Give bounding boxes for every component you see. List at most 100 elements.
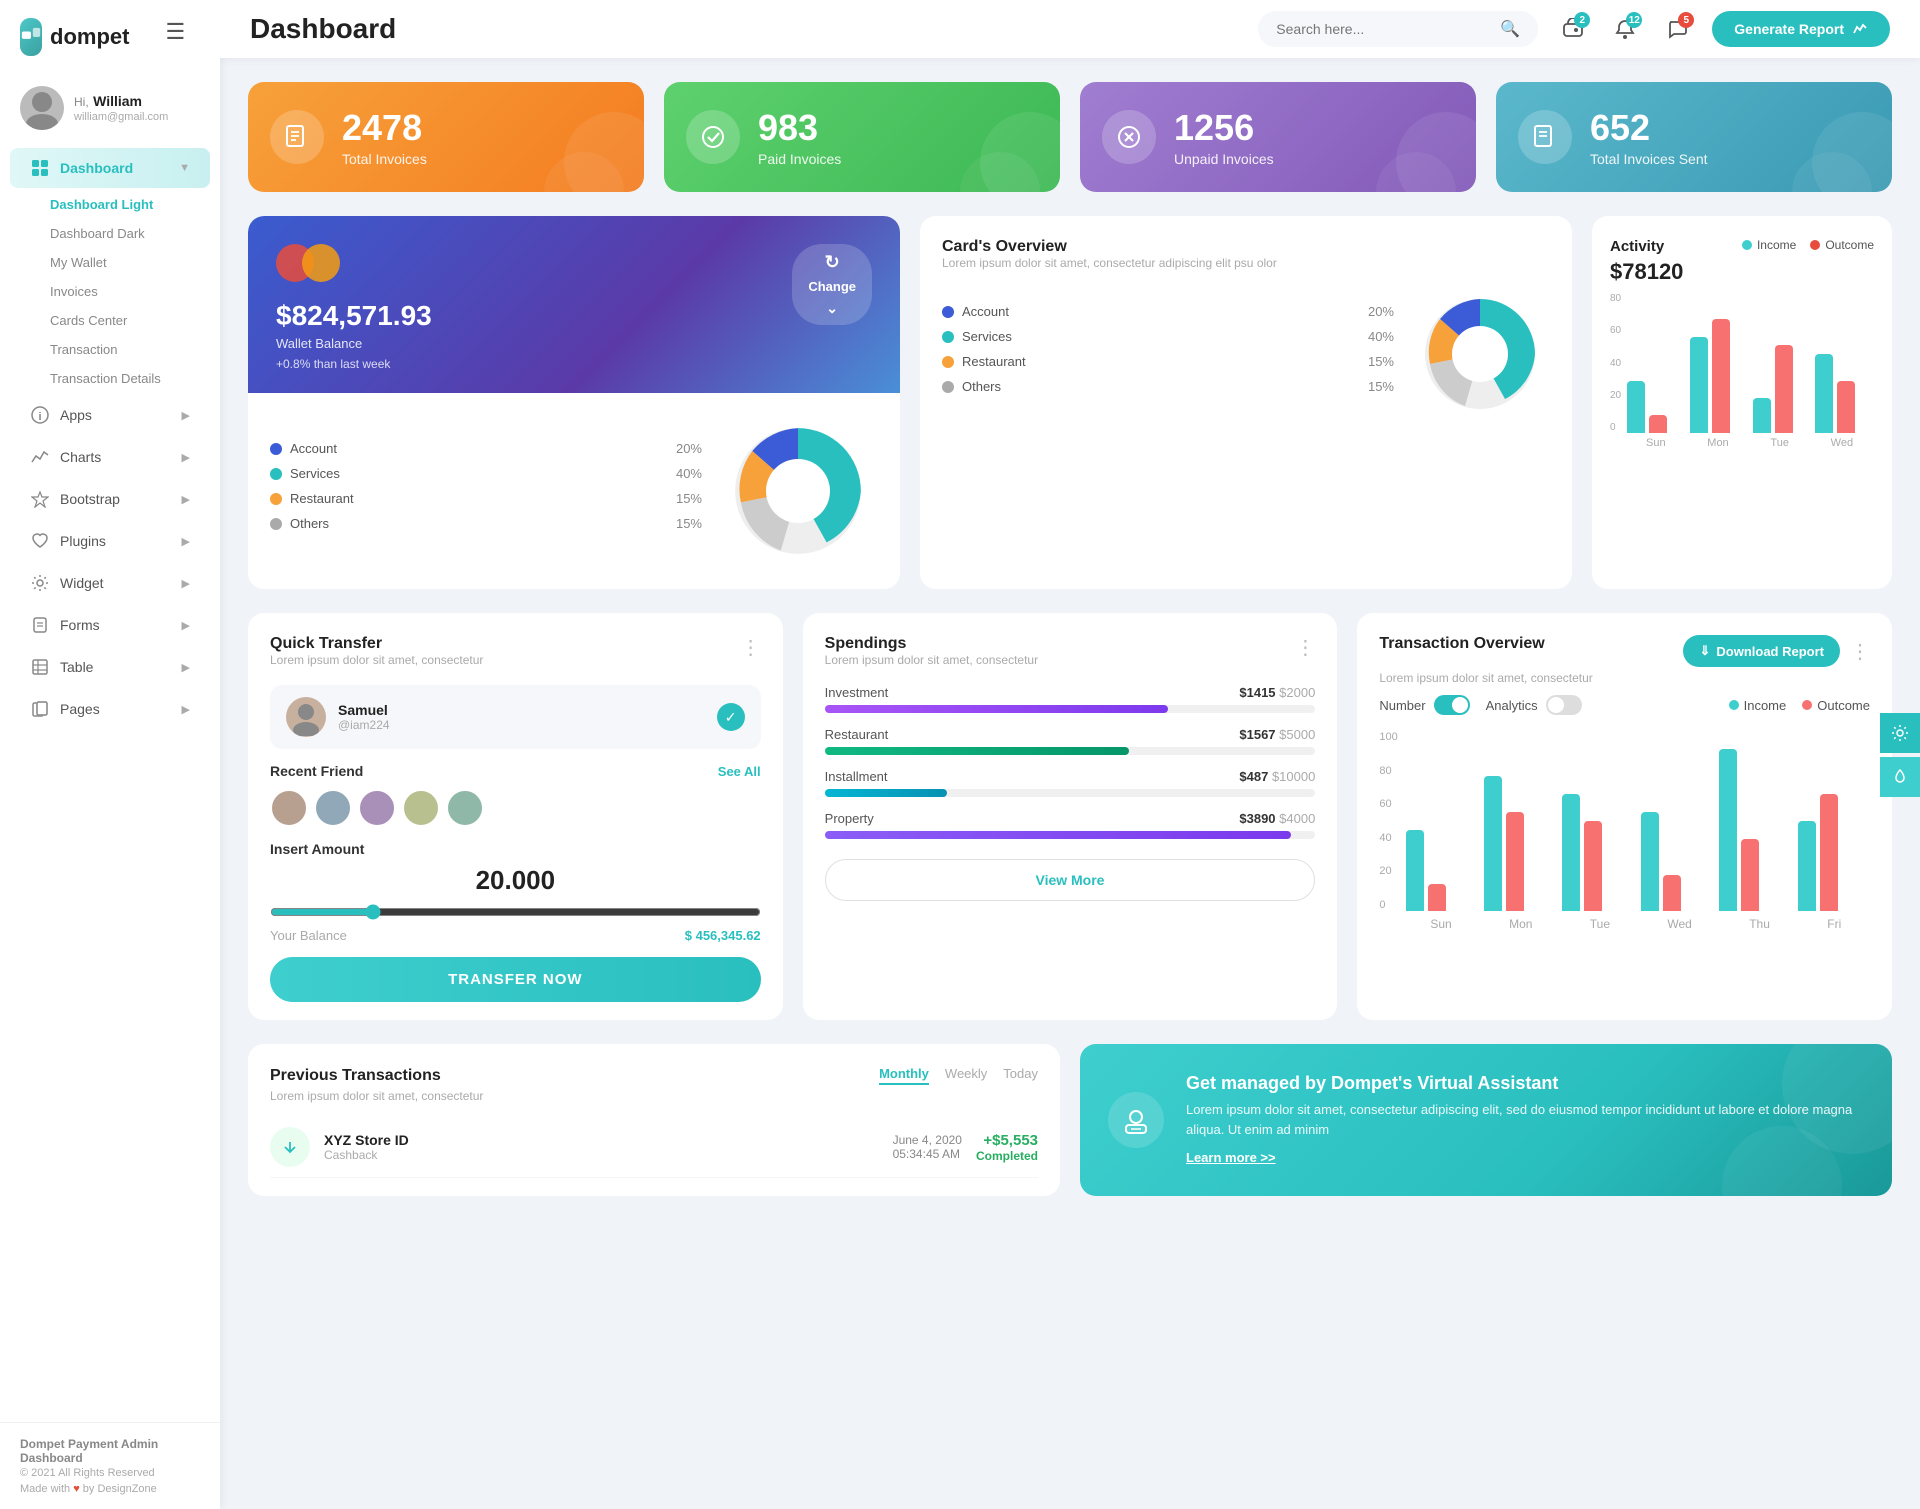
wallet-card-inner: $824,571.93 Wallet Balance +0.8% than la… — [276, 244, 872, 371]
sidebar-item-apps[interactable]: i Apps ▶ — [10, 395, 210, 435]
to-header: Transaction Overview ⇓ Download Report ⋮ — [1379, 635, 1870, 667]
to-controls: Number Analytics Inc — [1379, 695, 1870, 715]
footer-copy: © 2021 All Rights Reserved — [20, 1467, 200, 1479]
subnav-dashboard-dark[interactable]: Dashboard Dark — [30, 219, 220, 248]
subnav-transaction-details[interactable]: Transaction Details — [30, 364, 220, 393]
co-subtitle: Lorem ipsum dolor sit amet, consectetur … — [942, 256, 1550, 270]
stat-label-paid: Paid Invoices — [758, 151, 841, 167]
outcome-bar-to-tue — [1584, 821, 1602, 911]
co-pct2-restaurant: 15% — [1368, 354, 1394, 369]
wallet-badge: 2 — [1574, 12, 1590, 28]
to-bar-mon — [1484, 776, 1552, 911]
co-pct-services: 40% — [676, 466, 702, 481]
income-dot — [1742, 240, 1752, 250]
wallet-notification-btn[interactable]: 2 — [1554, 10, 1592, 48]
subnav-my-wallet[interactable]: My Wallet — [30, 248, 220, 277]
sidebar-item-table[interactable]: Table ▶ — [10, 647, 210, 687]
download-report-button[interactable]: ⇓ Download Report — [1683, 635, 1840, 667]
chevron-right-icon4: ▶ — [182, 535, 190, 548]
va-banner: Get managed by Dompet's Virtual Assistan… — [1080, 1044, 1892, 1196]
to-bar-thu — [1719, 749, 1787, 911]
chat-notification-btn[interactable]: 5 — [1658, 10, 1696, 48]
number-toggle[interactable] — [1434, 695, 1470, 715]
logo-text: dompet — [50, 24, 129, 50]
pt-tab-monthly[interactable]: Monthly — [879, 1066, 929, 1085]
chevron-right-icon8: ▶ — [182, 703, 190, 716]
subnav-cards-center[interactable]: Cards Center — [30, 306, 220, 335]
spending-total-property: $4000 — [1279, 811, 1315, 826]
subnav-dashboard-light[interactable]: Dashboard Light — [30, 190, 220, 219]
sidebar-item-forms[interactable]: Forms ▶ — [10, 605, 210, 645]
more-options-icon[interactable]: ⋮ — [741, 635, 761, 660]
chevron-down-icon2: ⌄ — [826, 300, 838, 317]
sidebar-item-dashboard[interactable]: Dashboard ▼ — [10, 148, 210, 188]
qt-contact-name: Samuel — [338, 702, 390, 718]
stat-card-unpaid: 1256 Unpaid Invoices — [1080, 82, 1476, 192]
qt-contact-info: Samuel @iam224 — [338, 702, 390, 732]
co-dot-others — [270, 518, 282, 530]
stat-info-unpaid: 1256 Unpaid Invoices — [1174, 107, 1274, 167]
sidebar-item-bootstrap[interactable]: Bootstrap ▶ — [10, 479, 210, 519]
income-bar-sun — [1627, 381, 1645, 433]
to-more-icon[interactable]: ⋮ — [1850, 639, 1870, 664]
search-input[interactable] — [1276, 21, 1492, 37]
outcome-dot — [1810, 240, 1820, 250]
wallet-change-button[interactable]: ↻ Change ⌄ — [792, 244, 872, 325]
search-box: 🔍 — [1258, 11, 1538, 47]
spending-bar-investment — [825, 705, 1168, 713]
search-icon: 🔍 — [1500, 19, 1520, 39]
view-more-button[interactable]: View More — [825, 859, 1316, 901]
amount-slider[interactable] — [270, 904, 761, 920]
co-row-account: Account 20% — [270, 441, 702, 456]
stat-value-unpaid: 1256 — [1174, 107, 1274, 149]
chevron-right-icon7: ▶ — [182, 661, 190, 674]
chevron-right-icon: ▶ — [182, 409, 190, 422]
qt-panel-title: Quick Transfer — [270, 635, 483, 653]
income-bar-to-fri — [1798, 821, 1816, 911]
spending-total-installment: $10000 — [1272, 769, 1315, 784]
sidebar: dompet ☰ Hi, William william@gmail.com D… — [0, 0, 220, 1509]
activity-amount: $78120 — [1610, 259, 1874, 285]
subnav-transaction[interactable]: Transaction — [30, 335, 220, 364]
sidebar-item-charts[interactable]: Charts ▶ — [10, 437, 210, 477]
analytics-toggle[interactable] — [1546, 695, 1582, 715]
co-legend: Account 20% Services 40% — [270, 441, 702, 541]
co-label-others: Others — [270, 516, 329, 531]
friend-avatar-2 — [314, 789, 352, 827]
outcome-bar-to-mon — [1506, 812, 1524, 911]
theme-float-button[interactable] — [1880, 757, 1920, 797]
see-all-link[interactable]: See All — [718, 764, 761, 779]
sidebar-item-widget[interactable]: Widget ▶ — [10, 563, 210, 603]
mc-orange — [302, 244, 340, 282]
outcome-bar-mon — [1712, 319, 1730, 433]
transfer-now-button[interactable]: TRANSFER NOW — [270, 957, 761, 1002]
qt-panel-sub: Lorem ipsum dolor sit amet, consectetur — [270, 653, 483, 667]
co-title: Card's Overview — [942, 238, 1550, 256]
wallet-card: $824,571.93 Wallet Balance +0.8% than la… — [248, 216, 900, 393]
bell-notification-btn[interactable]: 12 — [1606, 10, 1644, 48]
hamburger-menu[interactable]: ☰ — [145, 19, 205, 55]
bar-group-wed — [1815, 354, 1872, 433]
generate-report-button[interactable]: Generate Report — [1712, 11, 1890, 47]
sidebar-item-pages[interactable]: Pages ▶ — [10, 689, 210, 729]
header: Dashboard 🔍 2 12 5 Generate Report — [220, 0, 1920, 58]
pt-tab-today[interactable]: Today — [1003, 1066, 1038, 1085]
pt-tab-weekly[interactable]: Weekly — [945, 1066, 987, 1085]
spendings-more-icon[interactable]: ⋮ — [1295, 635, 1315, 660]
sidebar-item-plugins[interactable]: Plugins ▶ — [10, 521, 210, 561]
user-greeting: Hi, William — [74, 93, 168, 111]
income-bar-mon — [1690, 337, 1708, 433]
settings-float-button[interactable] — [1880, 713, 1920, 753]
income-legend: Income — [1742, 238, 1796, 252]
subnav-invoices[interactable]: Invoices — [30, 277, 220, 306]
qt-avatar — [286, 697, 326, 737]
co-pct2-others: 15% — [1368, 379, 1394, 394]
co-dot2-services — [942, 331, 954, 343]
va-learn-more-link[interactable]: Learn more >> — [1186, 1150, 1276, 1165]
outcome-dot-to — [1802, 700, 1812, 710]
friend-avatar-1 — [270, 789, 308, 827]
stat-info-sent: 652 Total Invoices Sent — [1590, 107, 1708, 167]
income-legend-to: Income — [1729, 698, 1787, 713]
pt-transaction-status: Completed — [976, 1149, 1038, 1163]
bar-group-tue — [1753, 345, 1810, 433]
